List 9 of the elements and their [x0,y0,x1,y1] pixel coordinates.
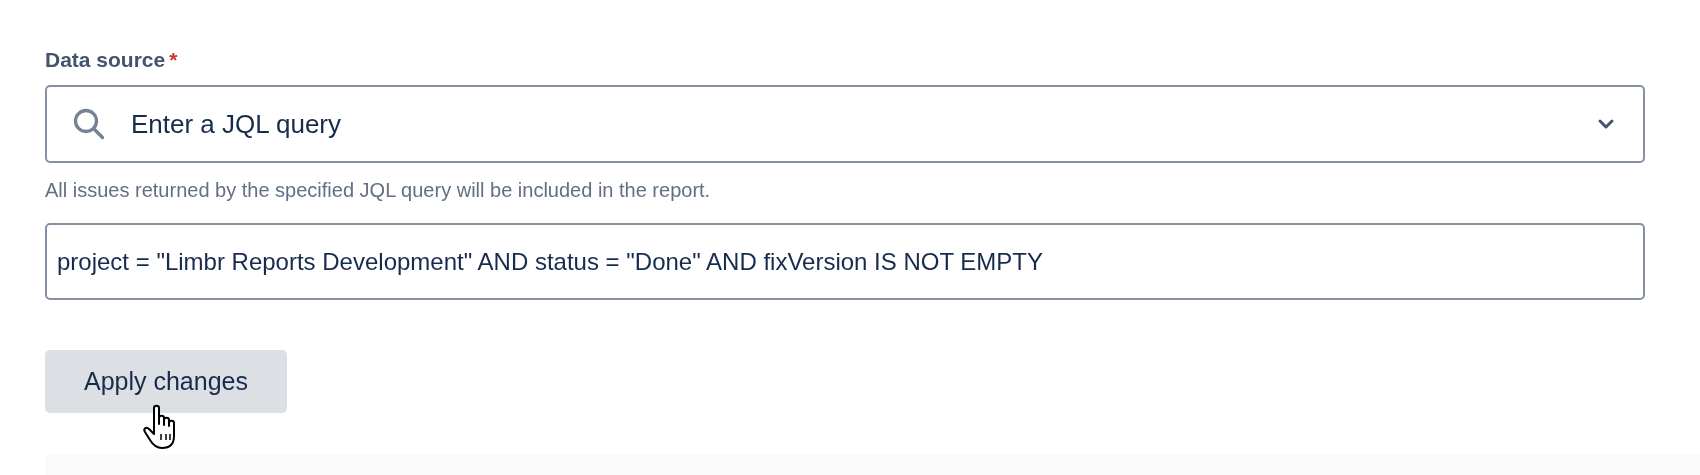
select-value: Enter a JQL query [131,107,343,141]
apply-button[interactable]: Apply changes [45,350,287,413]
source-select[interactable]: Enter a JQL query [45,85,1645,163]
field-label: Data source [45,47,166,74]
query-field[interactable]: project = "Limbr Reports Development" AND status = "Done" AND fixVersion IS NOT EMPTY [45,223,1645,300]
search-icon [71,106,107,142]
help-text: All issues returned by the specified JQL query will be included in the report. [45,178,712,203]
chevron-down-icon [1597,118,1615,130]
required-mark: * [169,47,178,74]
